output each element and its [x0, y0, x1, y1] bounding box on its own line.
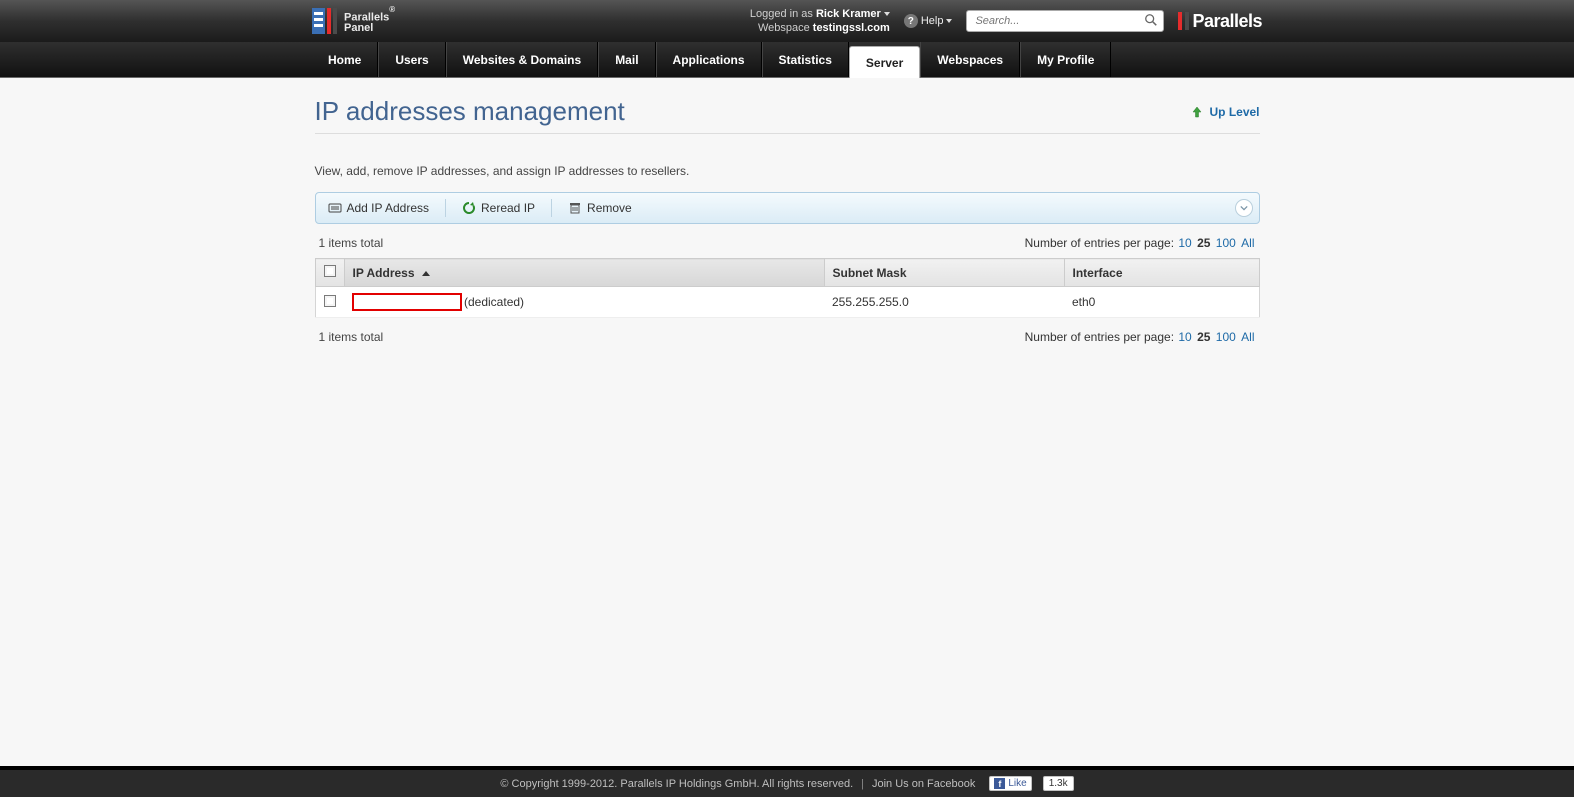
perpage-option[interactable]: 10 — [1178, 330, 1191, 344]
page-title: IP addresses management — [315, 96, 625, 127]
perpage-option[interactable]: 100 — [1216, 330, 1236, 344]
sort-asc-icon — [422, 271, 430, 276]
search-wrap — [966, 10, 1164, 32]
toolbar: Add IP Address Reread IP Remove — [315, 192, 1260, 224]
perpage-option[interactable]: 100 — [1216, 236, 1236, 250]
cell-mask: 255.255.255.0 — [824, 287, 1064, 318]
search-icon[interactable] — [1144, 13, 1158, 27]
top-header: Parallels® Panel Logged in as Rick Krame… — [0, 0, 1574, 42]
panel-logo[interactable]: Parallels® Panel — [312, 0, 395, 42]
remove-button[interactable]: Remove — [564, 199, 636, 217]
perpage-option[interactable]: All — [1241, 236, 1254, 250]
brand-bars-icon — [1178, 12, 1182, 30]
logged-in-label: Logged in as — [750, 8, 813, 20]
user-menu[interactable]: Rick Kramer — [816, 8, 890, 20]
col-iface[interactable]: Interface — [1064, 259, 1259, 287]
table-meta-top: 1 items total Number of entries per page… — [315, 224, 1260, 258]
nav-tab-webspaces[interactable]: Webspaces — [920, 42, 1020, 77]
cell-ip[interactable]: (dedicated) — [344, 287, 824, 318]
facebook-like-count: 1.3k — [1043, 776, 1074, 791]
nav-tab-users[interactable]: Users — [378, 42, 445, 77]
perpage-option[interactable]: 25 — [1197, 236, 1210, 250]
caret-down-icon — [884, 12, 890, 16]
nav-tab-mail[interactable]: Mail — [598, 42, 655, 77]
nav-tab-home[interactable]: Home — [312, 42, 378, 77]
help-label: Help — [921, 15, 944, 27]
toolbar-separator — [551, 199, 552, 217]
chevron-down-icon — [1240, 204, 1248, 212]
items-total: 1 items total — [319, 236, 384, 250]
row-select[interactable] — [315, 287, 344, 318]
brand-text: Parallels — [1192, 11, 1262, 32]
webspace-link[interactable]: testingssl.com — [813, 22, 890, 34]
search-input[interactable] — [966, 10, 1164, 32]
col-mask[interactable]: Subnet Mask — [824, 259, 1064, 287]
page-description: View, add, remove IP addresses, and assi… — [315, 164, 1260, 178]
trash-icon — [568, 201, 582, 215]
facebook-like-button[interactable]: f Like — [989, 776, 1031, 791]
table-meta-bottom: 1 items total Number of entries per page… — [315, 318, 1260, 352]
select-all-header[interactable] — [315, 259, 344, 287]
reread-ip-button[interactable]: Reread IP — [458, 199, 539, 217]
nav-tab-server[interactable]: Server — [849, 46, 920, 78]
toolbar-separator — [445, 199, 446, 217]
footer: © Copyright 1999-2012. Parallels IP Hold… — [0, 766, 1574, 797]
items-total: 1 items total — [319, 330, 384, 344]
copyright: © Copyright 1999-2012. Parallels IP Hold… — [500, 778, 853, 790]
parallels-panel-icon — [312, 8, 338, 34]
brand-bars-icon — [1185, 12, 1189, 30]
add-ip-button[interactable]: Add IP Address — [324, 199, 434, 217]
join-facebook-label: Join Us on Facebook — [872, 778, 975, 790]
ip-redacted — [352, 293, 462, 311]
checkbox-icon — [324, 265, 336, 277]
reread-icon — [462, 201, 476, 215]
toolbar-expand-button[interactable] — [1235, 199, 1253, 217]
cell-iface: eth0 — [1064, 287, 1259, 318]
add-ip-icon — [328, 201, 342, 215]
page-head: IP addresses management Up Level — [315, 96, 1260, 134]
checkbox-icon — [324, 295, 336, 307]
perpage-bottom: Number of entries per page: 10 25 100 Al… — [1025, 330, 1256, 344]
nav-tab-statistics[interactable]: Statistics — [762, 42, 849, 77]
col-ip[interactable]: IP Address — [344, 259, 824, 287]
login-block: Logged in as Rick Kramer Webspace testin… — [750, 7, 890, 35]
page-body: IP addresses management Up Level View, a… — [315, 78, 1260, 766]
nav-tab-my-profile[interactable]: My Profile — [1020, 42, 1111, 77]
help-icon: ? — [904, 14, 918, 28]
nav-tab-websites-domains[interactable]: Websites & Domains — [446, 42, 598, 77]
webspace-label: Webspace — [758, 22, 810, 34]
perpage-option[interactable]: All — [1241, 330, 1254, 344]
ip-table: IP Address Subnet Mask Interface (dedica… — [315, 258, 1260, 318]
perpage-option[interactable]: 25 — [1197, 330, 1210, 344]
facebook-icon: f — [994, 778, 1005, 789]
perpage-option[interactable]: 10 — [1178, 236, 1191, 250]
table-row: (dedicated)255.255.255.0eth0 — [315, 287, 1259, 318]
nav-tab-applications[interactable]: Applications — [656, 42, 762, 77]
help-menu[interactable]: ? Help — [904, 14, 953, 28]
up-level-link[interactable]: Up Level — [1190, 105, 1259, 119]
caret-down-icon — [946, 19, 952, 23]
perpage-top: Number of entries per page: 10 25 100 Al… — [1025, 236, 1256, 250]
logo-reg: ® — [389, 5, 395, 14]
main-nav: HomeUsersWebsites & DomainsMailApplicati… — [0, 42, 1574, 78]
up-level-icon — [1190, 105, 1204, 119]
brand-logo[interactable]: Parallels — [1178, 11, 1262, 32]
logo-text-2: Panel — [344, 22, 373, 34]
